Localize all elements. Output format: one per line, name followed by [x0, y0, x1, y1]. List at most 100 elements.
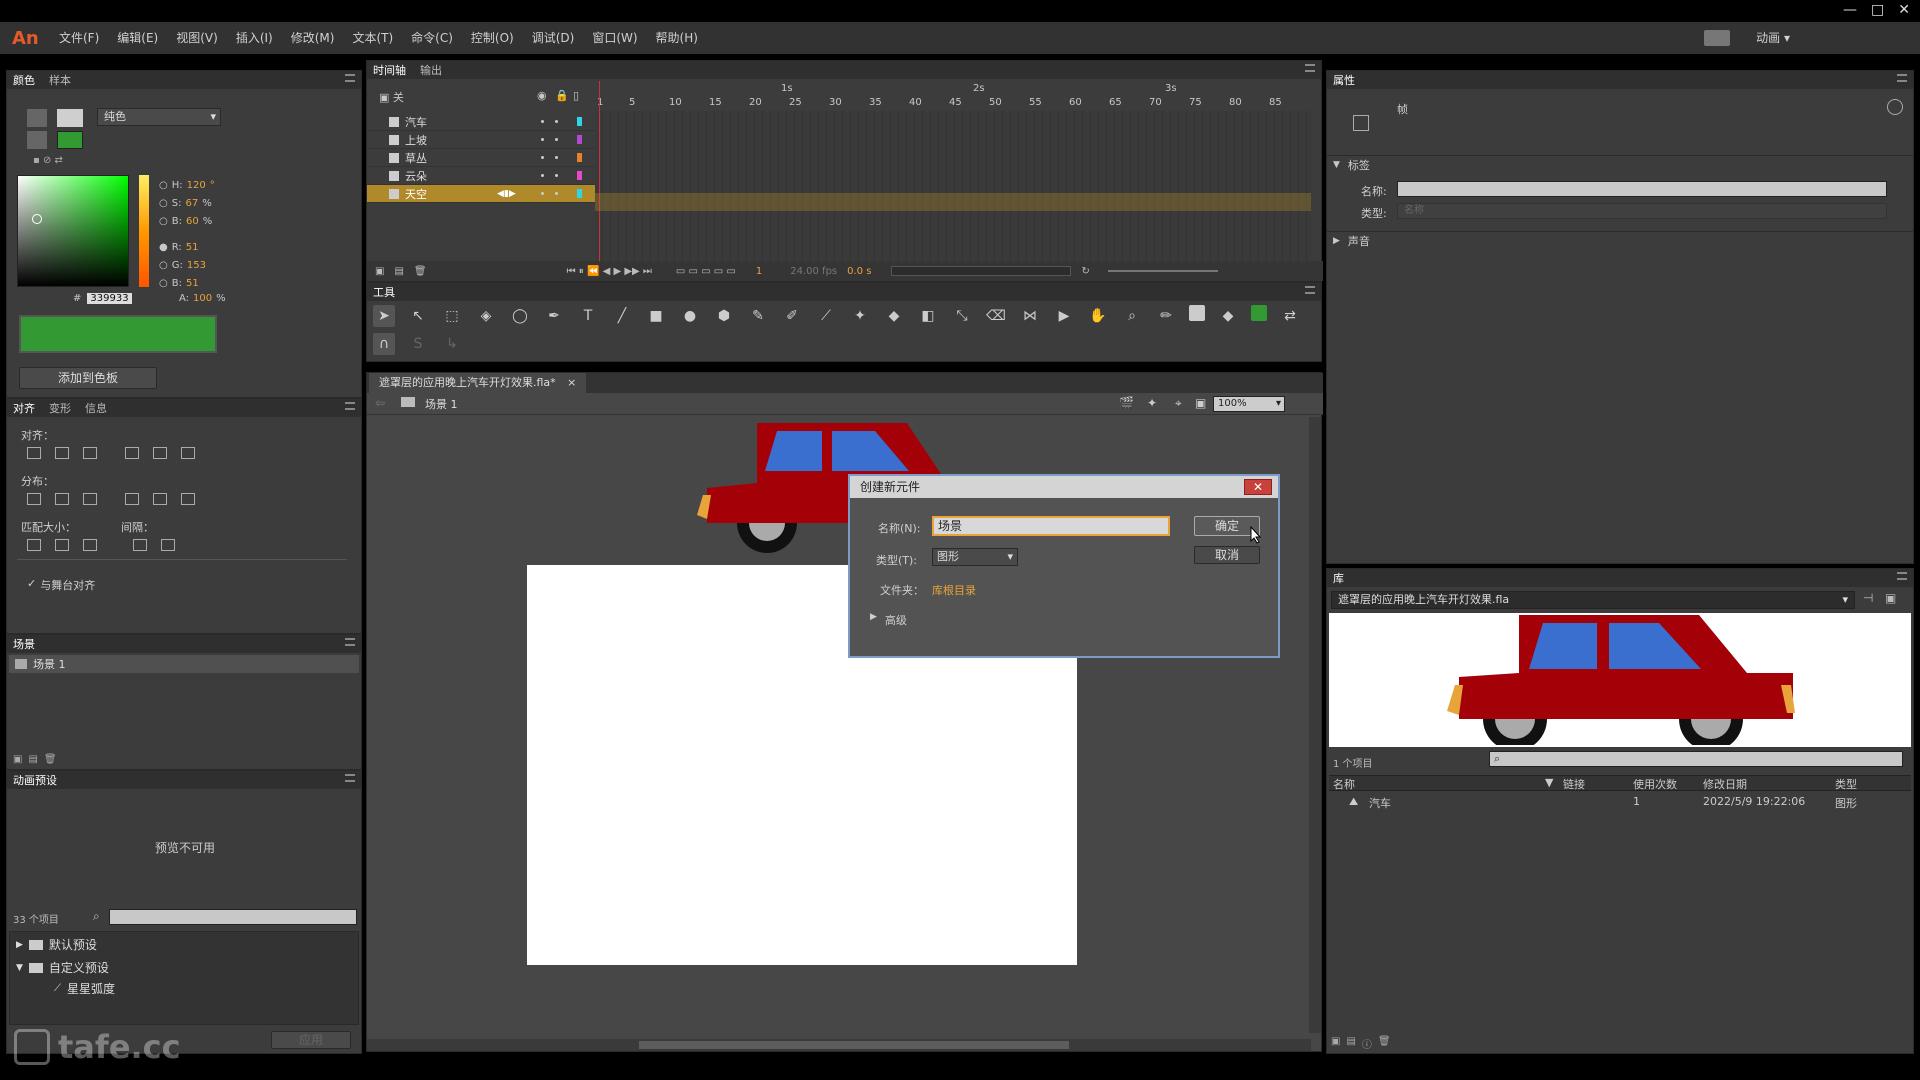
new-symbol-icon[interactable]: ▣	[1331, 1036, 1340, 1051]
r-value[interactable]: 51	[186, 239, 199, 257]
maximize-icon[interactable]: □	[1871, 0, 1884, 20]
camera-tool-icon[interactable]: ▶	[1053, 305, 1075, 327]
align-bottom-icon[interactable]	[181, 447, 195, 459]
hex-input[interactable]: 339933	[87, 293, 132, 304]
tab-align[interactable]: 对齐	[13, 400, 35, 416]
horizontal-scroll-thumb[interactable]	[639, 1041, 1069, 1049]
vertical-scrollbar[interactable]	[1309, 417, 1321, 1033]
visibility-dot[interactable]	[541, 156, 544, 159]
sort-icon[interactable]: ▼	[1545, 776, 1553, 789]
breadcrumb-scene[interactable]: 场景 1	[425, 396, 458, 412]
menu-view[interactable]: 视图(V)	[167, 22, 227, 54]
library-row[interactable]: ⛰ 汽车 1 2022/5/9 19:22:06 图形	[1329, 793, 1911, 811]
line-tool-icon[interactable]: ╱	[611, 305, 633, 327]
hand-tool-icon[interactable]: ✋	[1087, 305, 1109, 327]
tab-info[interactable]: 信息	[85, 400, 107, 416]
align-left-icon[interactable]	[27, 447, 41, 459]
3d-rotation-tool-icon[interactable]: ◈	[475, 305, 497, 327]
elapsed-time[interactable]: 0.0 s	[847, 266, 871, 277]
apply-preset-button[interactable]: 应用	[271, 1031, 351, 1049]
delete-icon[interactable]: 🗑	[1378, 1036, 1391, 1051]
ink-bottle-tool-icon[interactable]: ◧	[917, 305, 939, 327]
workspace-switcher[interactable]: 动画 ▾	[1756, 29, 1790, 46]
pin-icon[interactable]: ⊣	[1863, 591, 1873, 605]
onion-skin-icons[interactable]: ▭ ▭ ▭ ▭ ▭	[676, 266, 736, 277]
fill-type-select[interactable]: 纯色 ▾	[97, 108, 221, 126]
panel-menu-icon[interactable]	[1305, 286, 1315, 294]
stroke-color-chip[interactable]	[1189, 305, 1205, 321]
smooth-icon[interactable]: S	[407, 333, 429, 355]
layer-color-swatch[interactable]	[577, 117, 582, 126]
menu-text[interactable]: 文本(T)	[343, 22, 402, 54]
panel-menu-icon[interactable]	[1897, 572, 1907, 580]
zoom-tool-icon[interactable]: ⌕	[1121, 305, 1143, 327]
visibility-dot[interactable]	[541, 174, 544, 177]
color-picker-field[interactable]	[17, 175, 129, 287]
layer-row-selected[interactable]: 天空 ◀▮▶	[367, 185, 595, 203]
fill-color-icon[interactable]	[27, 131, 47, 149]
distribute-vcenter-icon[interactable]	[55, 493, 69, 505]
visibility-dot[interactable]	[541, 120, 544, 123]
paint-bucket-tool-icon[interactable]: ◆	[883, 305, 905, 327]
blue-value[interactable]: 51	[186, 275, 199, 293]
properties-icon[interactable]: ⓘ	[1362, 1036, 1372, 1051]
pencil-tool-icon[interactable]: ✎	[747, 305, 769, 327]
match-both-icon[interactable]	[83, 539, 97, 551]
new-folder-icon[interactable]: ▤	[1346, 1036, 1355, 1051]
lasso-tool-icon[interactable]: ◯	[509, 305, 531, 327]
space-vertical-icon[interactable]	[133, 539, 147, 551]
frame-grid[interactable]: 1s 2s 3s 1 5 10 15 20 25 30 35 40 45 50 55 60 65 70 75 8…	[595, 81, 1311, 263]
horizontal-scrollbar[interactable]	[367, 1039, 1311, 1051]
edit-symbol-icon[interactable]: ✦	[1147, 396, 1157, 410]
layer-color-swatch[interactable]	[577, 135, 582, 144]
label-section-header[interactable]: ▼ 标签	[1327, 155, 1913, 173]
color-mode-icons[interactable]: ▪ ⊘ ⇄	[33, 155, 63, 166]
edit-scene-icon[interactable]: 🎬	[1119, 396, 1134, 410]
visibility-dot[interactable]	[541, 138, 544, 141]
layer-color-swatch[interactable]	[577, 171, 582, 180]
fill-color-swatch[interactable]	[57, 131, 83, 149]
close-icon[interactable]: ✕	[1244, 479, 1272, 495]
layer-color-swatch[interactable]	[577, 189, 582, 198]
close-icon[interactable]: ✕	[1898, 0, 1910, 20]
lock-dot[interactable]	[555, 192, 558, 195]
panel-menu-icon[interactable]	[345, 774, 355, 782]
panel-menu-icon[interactable]	[1305, 64, 1315, 72]
b-value[interactable]: 60	[186, 213, 199, 231]
duplicate-scene-icon[interactable]: ▤	[28, 754, 37, 765]
preset-folder-default[interactable]: ▶ 默认预设	[10, 932, 358, 957]
stroke-color-tool-icon[interactable]: ✏	[1155, 305, 1177, 327]
eye-icon[interactable]: ◉	[537, 89, 547, 102]
menu-window[interactable]: 窗口(W)	[583, 22, 646, 54]
selection-tool-icon[interactable]: ➤	[373, 305, 395, 327]
tab-transform[interactable]: 变形	[49, 400, 71, 416]
zoom-select[interactable]: 100% ▾	[1213, 396, 1285, 412]
menu-edit[interactable]: 编辑(E)	[108, 22, 167, 54]
straighten-icon[interactable]: ↳	[441, 333, 463, 355]
panel-menu-icon[interactable]	[345, 74, 355, 82]
frame-type-select[interactable]: 名称	[1397, 203, 1887, 219]
h-value[interactable]: 120	[187, 177, 206, 195]
lock-dot[interactable]	[555, 120, 558, 123]
panel-menu-icon[interactable]	[345, 638, 355, 646]
frame-name-input[interactable]	[1397, 181, 1887, 197]
pen-tool-icon[interactable]: ✒	[543, 305, 565, 327]
brush-tool-icon[interactable]: ⟋	[815, 305, 837, 327]
search-icon[interactable]: ⌕	[93, 909, 100, 924]
rectangle-tool-icon[interactable]: ■	[645, 305, 667, 327]
frame-rate[interactable]: 24.00 fps	[790, 266, 837, 277]
sound-section-header[interactable]: ▶ 声音	[1327, 231, 1913, 249]
help-icon[interactable]	[1887, 99, 1903, 115]
width-tool-icon[interactable]: ⋈	[1019, 305, 1041, 327]
match-height-icon[interactable]	[55, 539, 69, 551]
menu-control[interactable]: 控制(O)	[462, 22, 523, 54]
subselection-tool-icon[interactable]: ↖	[407, 305, 429, 327]
lock-dot[interactable]	[555, 138, 558, 141]
match-width-icon[interactable]	[27, 539, 41, 551]
symbol-type-select[interactable]: 图形 ▾	[932, 548, 1018, 566]
tab-output[interactable]: 输出	[420, 62, 442, 78]
color-picker-cursor[interactable]	[32, 214, 42, 224]
align-hcenter-icon[interactable]	[55, 447, 69, 459]
close-tab-icon[interactable]: ×	[567, 376, 576, 389]
menu-debug[interactable]: 调试(D)	[523, 22, 584, 54]
